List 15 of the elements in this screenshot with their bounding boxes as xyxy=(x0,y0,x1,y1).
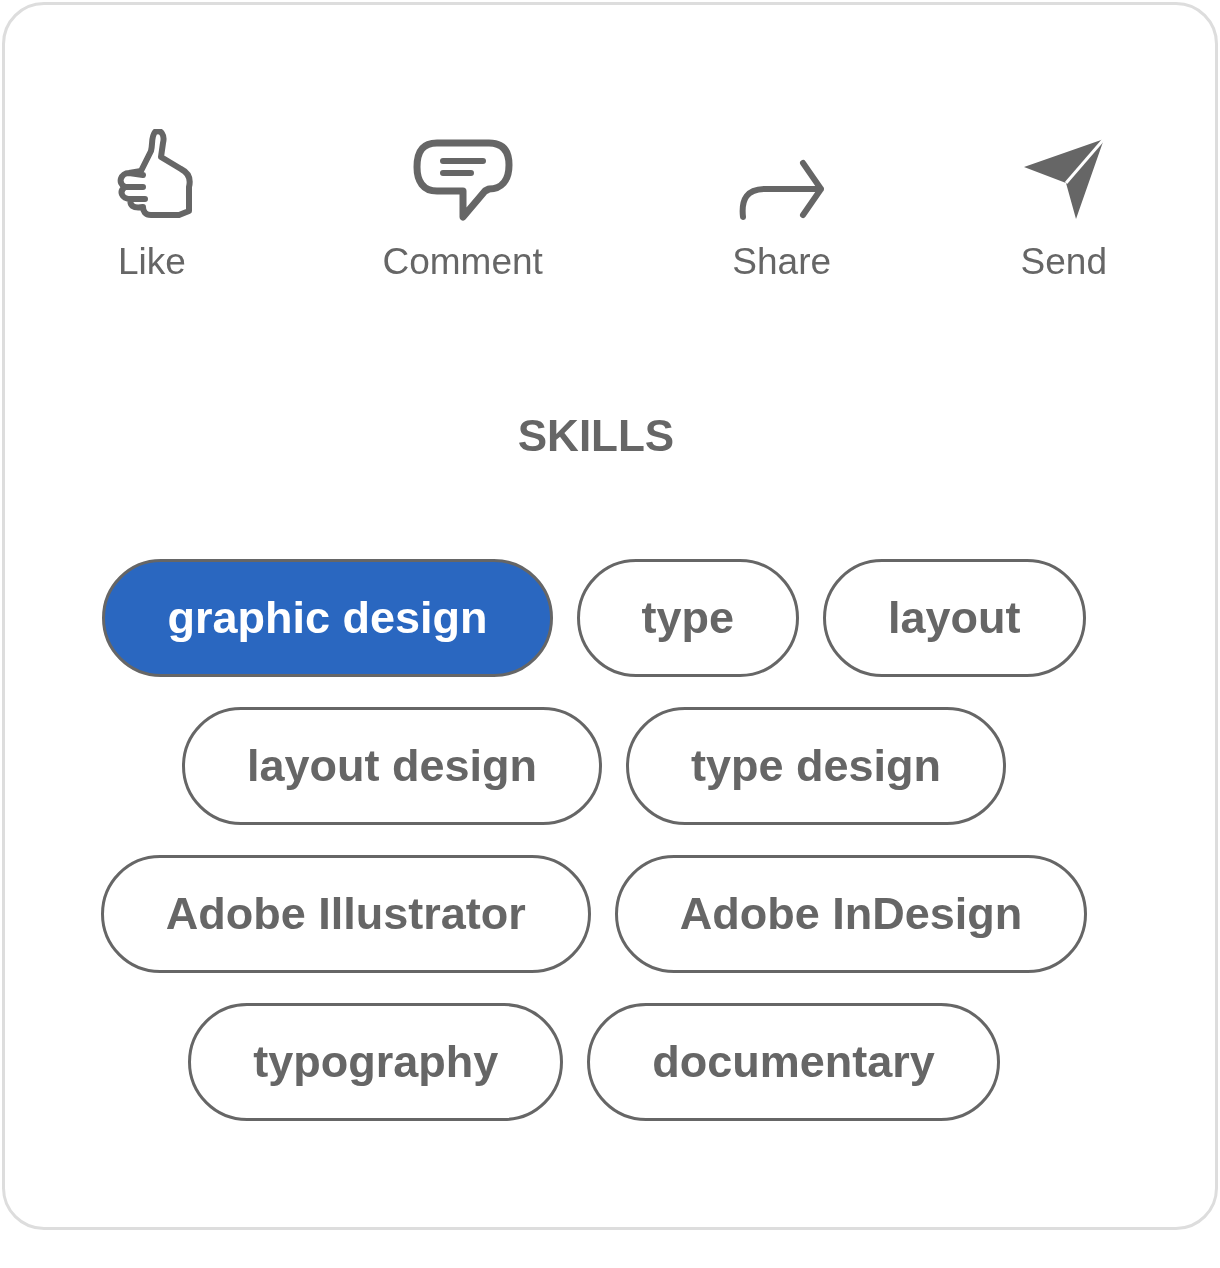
skill-chip[interactable]: documentary xyxy=(587,1003,1000,1121)
comment-button[interactable]: Comment xyxy=(382,123,543,283)
skill-chip[interactable]: typography xyxy=(188,1003,564,1121)
speech-bubble-icon xyxy=(412,139,513,221)
like-button[interactable]: Like xyxy=(111,123,193,283)
share-button[interactable]: Share xyxy=(732,123,832,283)
skill-chip[interactable]: type design xyxy=(626,707,1007,825)
skill-chip[interactable]: layout xyxy=(823,559,1086,677)
skill-chip[interactable]: Adobe InDesign xyxy=(614,855,1088,973)
skill-chip[interactable]: graphic design xyxy=(102,559,553,677)
section-title: SKILLS xyxy=(517,411,675,461)
skill-chip[interactable]: type xyxy=(576,559,800,677)
send-button[interactable]: Send xyxy=(1020,123,1107,283)
skill-chip[interactable]: layout design xyxy=(181,707,602,825)
skill-chip[interactable]: Adobe Illustrator xyxy=(100,855,591,973)
